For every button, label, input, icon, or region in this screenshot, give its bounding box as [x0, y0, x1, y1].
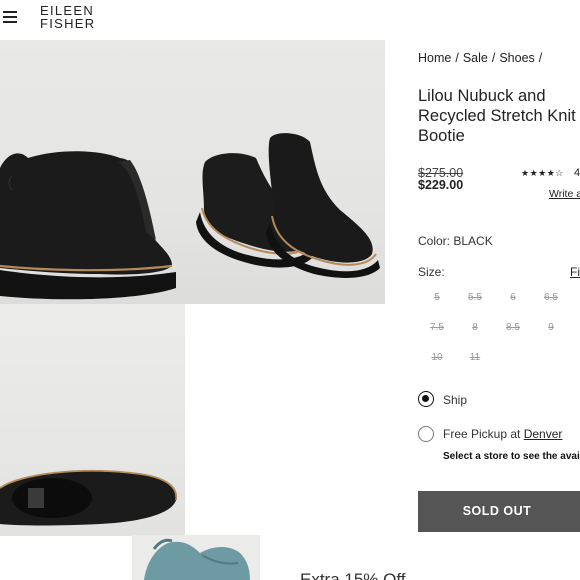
image-gap [0, 536, 132, 580]
product-image-main[interactable] [0, 40, 385, 304]
boots-side-view [0, 133, 380, 300]
sale-price: $229.00 [418, 178, 464, 192]
model-photo [144, 538, 250, 580]
size-option[interactable]: 8 [462, 322, 488, 333]
ship-radio[interactable] [418, 391, 434, 407]
pickup-radio[interactable] [418, 426, 434, 442]
breadcrumb-separator: / [491, 51, 496, 65]
store-availability-note: Select a store to see the avail [443, 451, 580, 462]
color-value: BLACK [453, 234, 493, 248]
rating-stars-icon[interactable]: ★★★★☆ [521, 168, 564, 179]
breadcrumb-separator: / [455, 51, 459, 65]
logo-line-2: FISHER [40, 15, 96, 31]
label-tag [28, 488, 44, 508]
ship-label: Ship [443, 393, 468, 407]
breadcrumb-sale[interactable]: Sale [463, 51, 488, 65]
color-label: Color: [418, 234, 451, 248]
size-option[interactable]: 9 [538, 322, 564, 333]
product-image-top-view[interactable] [0, 304, 185, 536]
pickup-text: Free Pickup at [443, 427, 521, 441]
size-option[interactable]: 7.5 [424, 322, 450, 333]
size-option[interactable]: 11 [462, 352, 488, 363]
rating-count[interactable]: 4 [574, 167, 580, 179]
left-boot [0, 151, 176, 300]
product-title: Lilou Nubuck and Recycled Stretch Knit B… [418, 86, 580, 146]
size-option[interactable]: 6.5 [538, 292, 564, 303]
title-line-3: Bootie [418, 127, 465, 145]
title-line-1: Lilou Nubuck and [418, 87, 546, 105]
size-option[interactable]: 5.5 [462, 292, 488, 303]
breadcrumb-separator: / [538, 51, 543, 65]
size-option[interactable]: 6 [500, 292, 526, 303]
breadcrumb-home[interactable]: Home [418, 51, 451, 65]
size-option[interactable]: 8.5 [500, 322, 526, 333]
title-line-2: Recycled Stretch Knit [418, 107, 576, 125]
size-option[interactable]: 10 [424, 352, 450, 363]
menu-icon[interactable] [3, 11, 17, 23]
sold-out-button[interactable]: SOLD OUT [418, 491, 580, 532]
breadcrumb-shoes[interactable]: Shoes [499, 51, 534, 65]
third-boot [266, 133, 380, 278]
promo-banner: Extra 15% Off [300, 570, 406, 580]
product-image-model[interactable] [132, 535, 260, 580]
write-review-link[interactable]: Write a [549, 188, 580, 200]
pickup-label: Free Pickup at Denver [443, 427, 562, 441]
boot-top-view [0, 469, 178, 526]
pickup-store-link[interactable]: Denver [524, 427, 563, 441]
logo[interactable]: EILEEN FISHER [40, 4, 96, 31]
breadcrumb: Home / Sale / Shoes / [418, 51, 546, 65]
color-selection: Color: BLACK [418, 234, 493, 248]
size-fit-link[interactable]: Fi [570, 265, 580, 279]
size-option[interactable]: 5 [424, 292, 450, 303]
size-label: Size: [418, 265, 445, 279]
